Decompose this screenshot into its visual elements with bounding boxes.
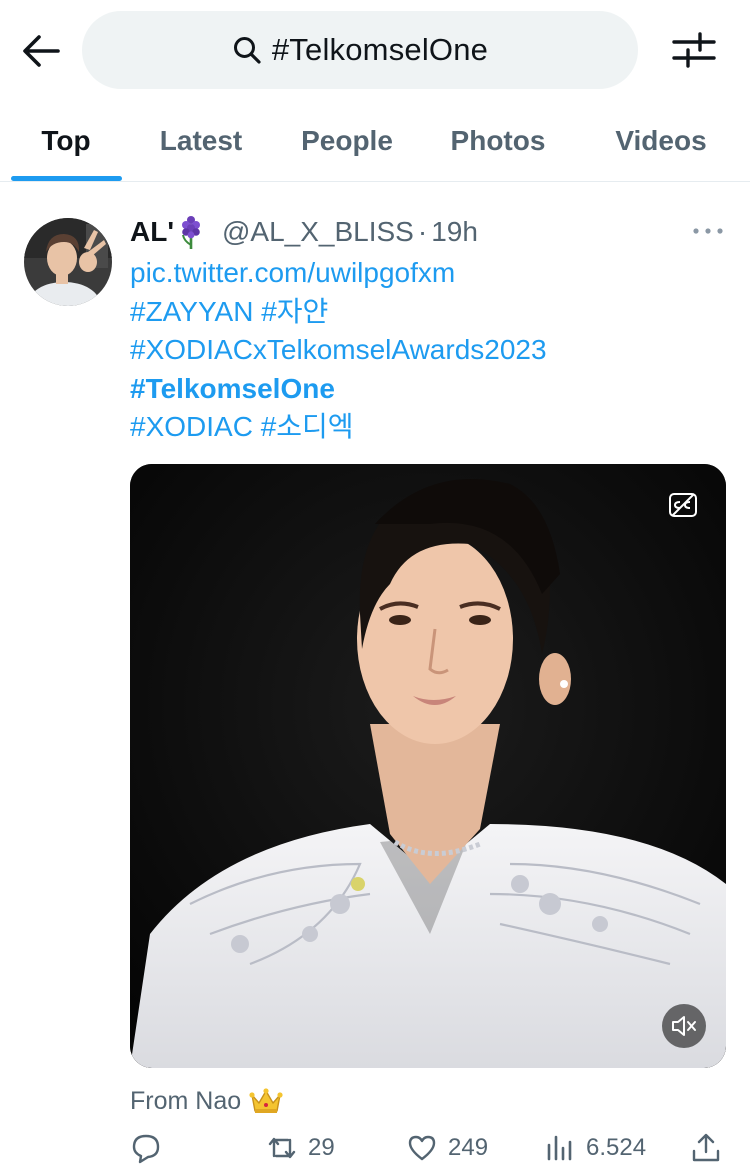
hashtag-link[interactable]: #XODIAC #소디엑	[130, 408, 730, 447]
separator-dot: ·	[417, 216, 428, 247]
tab-photos[interactable]: Photos	[436, 100, 560, 182]
tab-people[interactable]: People	[286, 100, 408, 182]
like-icon	[408, 1135, 436, 1161]
back-arrow-icon	[23, 35, 60, 67]
retweet-button[interactable]: 29	[266, 1128, 335, 1168]
back-button[interactable]	[18, 28, 64, 74]
search-query: #TelkomselOne	[271, 32, 489, 67]
search-icon	[233, 37, 261, 64]
views-button[interactable]: 6.524	[544, 1128, 646, 1168]
views-count: 6.524	[586, 1134, 647, 1161]
tab-videos[interactable]: Videos	[600, 100, 722, 182]
like-count: 249	[448, 1134, 489, 1161]
attribution-text: From Nao	[130, 1086, 242, 1115]
media-link[interactable]: pic.twitter.com/uwilpgofxm	[130, 254, 730, 293]
retweet-icon	[268, 1137, 296, 1159]
active-tab-indicator	[11, 176, 122, 181]
filter-icon[interactable]	[672, 30, 716, 70]
more-icon[interactable]	[690, 221, 726, 241]
reply-icon	[132, 1134, 160, 1164]
user-handle[interactable]: @AL_X_BLISS	[222, 216, 414, 248]
retweet-count: 29	[308, 1134, 335, 1161]
share-button[interactable]	[690, 1128, 722, 1168]
tweet-video[interactable]	[130, 464, 726, 1068]
avatar[interactable]	[24, 218, 112, 306]
top-bar: #TelkomselOne	[0, 0, 750, 100]
display-name[interactable]: AL'	[130, 216, 174, 248]
tweet-text: pic.twitter.com/uwilpgofxm #ZAYYAN #자얀 #…	[130, 254, 730, 447]
tweet[interactable]: AL' @AL_X_BLISS · 19h pic.twitter.com/uw…	[0, 196, 750, 1176]
mute-button[interactable]	[662, 1004, 706, 1048]
like-button[interactable]: 249	[406, 1128, 488, 1168]
tab-top[interactable]: Top	[14, 100, 118, 182]
hyacinth-emoji-icon	[181, 216, 200, 249]
video-attribution: From Nao	[130, 1084, 283, 1118]
closed-captions-icon[interactable]	[668, 492, 698, 518]
search-tabs: Top Latest People Photos Videos	[0, 100, 750, 182]
tab-latest[interactable]: Latest	[146, 100, 256, 182]
tweet-header: AL' @AL_X_BLISS · 19h	[130, 214, 478, 250]
hashtag-link-highlighted[interactable]: #TelkomselOne	[130, 370, 730, 409]
share-icon	[692, 1133, 720, 1162]
hashtag-link[interactable]: #ZAYYAN #자얀	[130, 293, 730, 332]
views-icon	[547, 1135, 572, 1161]
reply-button[interactable]	[130, 1128, 172, 1168]
search-input[interactable]: #TelkomselOne	[82, 11, 638, 89]
tweet-actions: 29 249 6.524	[130, 1128, 730, 1168]
video-frame	[130, 464, 726, 1068]
hashtag-link[interactable]: #XODIAC​xTelkomselAwards2023	[130, 331, 730, 370]
timestamp[interactable]: 19h	[431, 216, 478, 248]
mute-icon	[672, 1016, 696, 1036]
crown-emoji-icon	[249, 1088, 283, 1113]
